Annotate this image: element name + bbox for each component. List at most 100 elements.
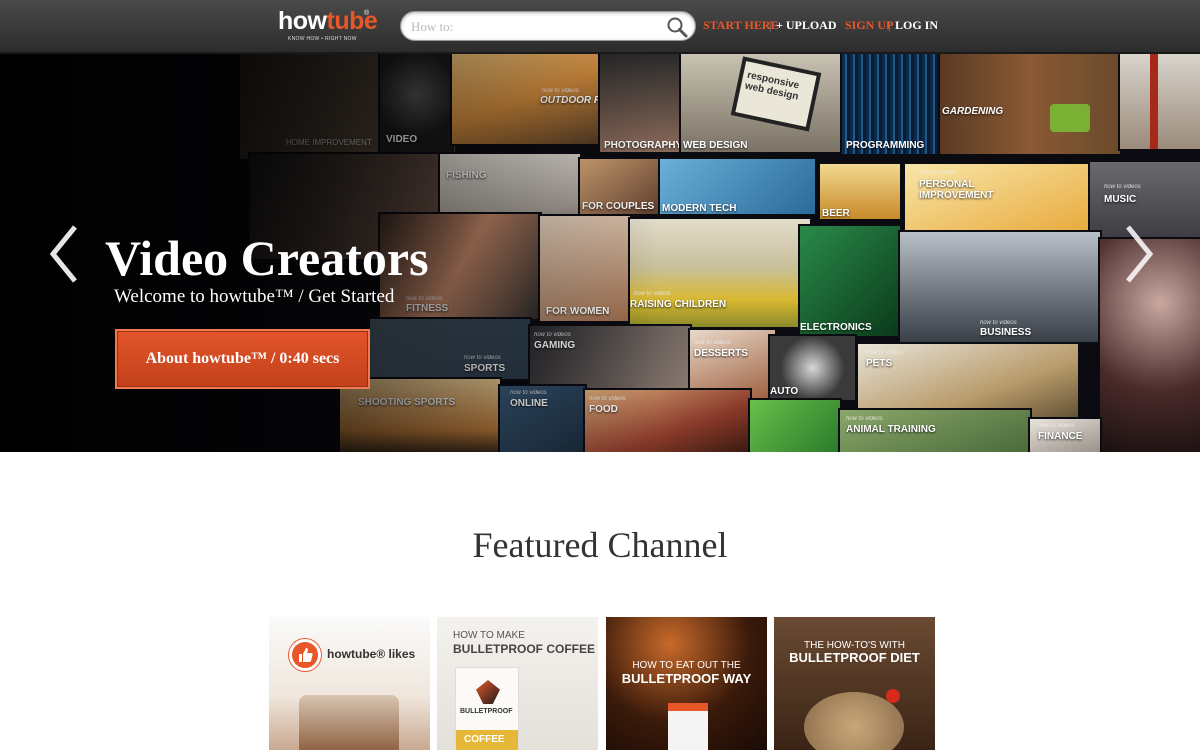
tile-label: FITNESS — [406, 303, 449, 314]
tile-label: ELECTRONICS — [800, 322, 872, 333]
tile-for-women[interactable]: FOR WOMEN — [540, 216, 630, 321]
tile-label: PHOTOGRAPHY — [604, 140, 680, 151]
nav-separator: | — [888, 18, 891, 32]
sign-up-link[interactable]: SIGN UP — [845, 18, 893, 33]
supplement-bottle-image — [668, 703, 708, 750]
tile-label: BUSINESS — [980, 327, 1032, 338]
featured-card-howtube-likes[interactable]: howtube® likes — [269, 617, 430, 750]
tile-video[interactable]: VIDEO — [380, 54, 452, 154]
tile-raising-children[interactable]: how to videos RAISING CHILDREN — [630, 219, 810, 327]
coffee-cup-image — [299, 695, 399, 750]
tile-prefix: how to videos — [464, 355, 501, 361]
tile-bridge[interactable] — [1120, 54, 1200, 149]
howtube-logo[interactable]: howtube ® KNOW HOW • RIGHT NOW — [278, 7, 378, 47]
tile-label: MODERN TECH — [662, 203, 737, 214]
tile-personal-improvement[interactable]: how to videos PERSONAL IMPROVEMENT — [905, 164, 1095, 234]
tile-prefix: how to videos — [866, 350, 903, 356]
tile-business[interactable]: how to videos BUSINESS — [900, 232, 1100, 342]
card-title: BULLETPROOF DIET — [789, 650, 920, 665]
carousel-next-arrow-icon[interactable] — [1118, 219, 1158, 289]
product-band: COFFEE — [456, 730, 518, 750]
product-label: BULLETPROOF — [460, 708, 513, 715]
product-sub-label: COFFEE — [464, 734, 505, 745]
tile-beer[interactable]: BEER — [820, 164, 900, 219]
tile-for-couples[interactable]: FOR COUPLES — [580, 159, 660, 214]
tile-label: FOR WOMEN — [546, 306, 610, 317]
tile-label: RAISING CHILDREN — [630, 299, 727, 310]
logo-wordmark: howtube — [278, 7, 378, 35]
tile-prefix: how to videos — [846, 416, 883, 422]
tile-label: GARDENING — [942, 106, 1004, 117]
tile-electronics[interactable]: ELECTRONICS — [800, 226, 900, 336]
tile-label: AUTO — [770, 386, 799, 397]
tile-shooting-sports[interactable]: SHOOTING SPORTS — [340, 379, 500, 452]
tile-label: ANIMAL TRAINING — [846, 424, 936, 435]
nav-separator: | — [769, 18, 772, 32]
search-input[interactable] — [411, 16, 661, 38]
web-design-art-text: responsive web design — [743, 69, 801, 103]
hero-subtitle[interactable]: Welcome to howtube™ / Get Started — [114, 286, 394, 308]
hero-banner: HOME IMPROVEMENT VIDEO how to videos OUT… — [0, 54, 1200, 452]
tile-greens[interactable] — [750, 400, 840, 452]
tile-finance[interactable]: how to videos FINANCE — [1030, 419, 1100, 452]
tile-label: ONLINE — [510, 398, 548, 409]
tile-label: PROGRAMMING — [846, 140, 925, 151]
featured-channel-heading: Featured Channel — [472, 525, 728, 565]
tile-label: PETS — [866, 358, 893, 369]
carousel-prev-arrow-icon[interactable] — [45, 219, 85, 289]
watering-can-image — [1050, 104, 1090, 132]
tile-label: GAMING — [534, 340, 576, 351]
search-bar — [400, 11, 696, 41]
tile-label: SHOOTING SPORTS — [358, 397, 456, 408]
tile-food[interactable]: how to videos FOOD — [585, 390, 750, 452]
tile-prefix: how to videos — [919, 170, 956, 176]
tile-label: FINANCE — [1038, 431, 1083, 442]
about-video-button[interactable]: About howtube™ / 0:40 secs — [115, 329, 370, 389]
tile-label: BEER — [822, 208, 850, 219]
tile-prefix: how to videos — [694, 340, 731, 346]
tile-label: MUSIC — [1104, 194, 1137, 205]
tile-label: FISHING — [446, 170, 487, 181]
tile-prefix: how to videos — [542, 88, 579, 94]
logo-tube: tube — [326, 7, 378, 35]
tile-prefix: how to videos — [589, 396, 626, 402]
card-title: BULLETPROOF COFFEE — [453, 642, 595, 656]
thumbs-up-icon — [289, 639, 321, 671]
card-title: BULLETPROOF WAY — [621, 671, 752, 686]
start-here-link[interactable]: START HERE — [703, 18, 779, 33]
tile-programming[interactable]: PROGRAMMING — [842, 54, 942, 154]
card-title: howtube® likes — [327, 647, 416, 661]
tile-auto[interactable]: AUTO — [770, 336, 855, 400]
coffee-bag-image: BULLETPROOF COFFEE — [455, 667, 519, 750]
tile-label: PERSONAL IMPROVEMENT — [919, 179, 994, 201]
card-subtitle: HOW TO MAKE — [453, 630, 525, 641]
featured-card-bulletproof-diet[interactable]: THE HOW-TO'S WITH BULLETPROOF DIET — [774, 617, 935, 750]
tile-gaming[interactable]: how to videos GAMING — [530, 326, 690, 394]
tile-prefix: how to videos — [634, 291, 671, 297]
tile-sports[interactable]: how to videos SPORTS — [370, 319, 530, 379]
tile-label: FOR COUPLES — [582, 201, 655, 212]
tile-online[interactable]: how to videos ONLINE — [500, 386, 585, 452]
tile-modern-tech[interactable]: MODERN TECH — [660, 159, 815, 214]
tile-label: DESSERTS — [694, 348, 748, 359]
tile-prefix: how to videos — [980, 320, 1017, 326]
hero-title: Video Creators — [105, 230, 429, 286]
tile-label: WEB DESIGN — [683, 140, 748, 151]
bottle-cap — [668, 703, 708, 711]
tile-web-design[interactable]: responsive web design WEB DESIGN — [681, 54, 843, 152]
tile-gardening[interactable]: GARDENING — [940, 54, 1120, 154]
logo-registered-mark: ® — [364, 10, 370, 17]
tile-prefix: how to videos — [406, 296, 443, 302]
search-icon[interactable] — [666, 16, 688, 38]
logo-tagline: KNOW HOW • RIGHT NOW — [288, 36, 357, 42]
featured-card-bulletproof-coffee[interactable]: HOW TO MAKE BULLETPROOF COFFEE BULLETPRO… — [437, 617, 598, 750]
tile-prefix: how to videos — [1104, 184, 1141, 190]
tile-prefix: how to videos — [1038, 423, 1075, 429]
upload-link[interactable]: + UPLOAD — [776, 18, 837, 33]
log-in-link[interactable]: LOG IN — [895, 18, 938, 33]
tile-photography[interactable]: PHOTOGRAPHY — [600, 54, 680, 152]
featured-card-bulletproof-way[interactable]: HOW TO EAT OUT THE BULLETPROOF WAY — [606, 617, 767, 750]
tile-animal-training[interactable]: how to videos ANIMAL TRAINING — [840, 410, 1030, 452]
tile-label: VIDEO — [386, 134, 418, 145]
tile-prefix: how to videos — [510, 390, 547, 396]
